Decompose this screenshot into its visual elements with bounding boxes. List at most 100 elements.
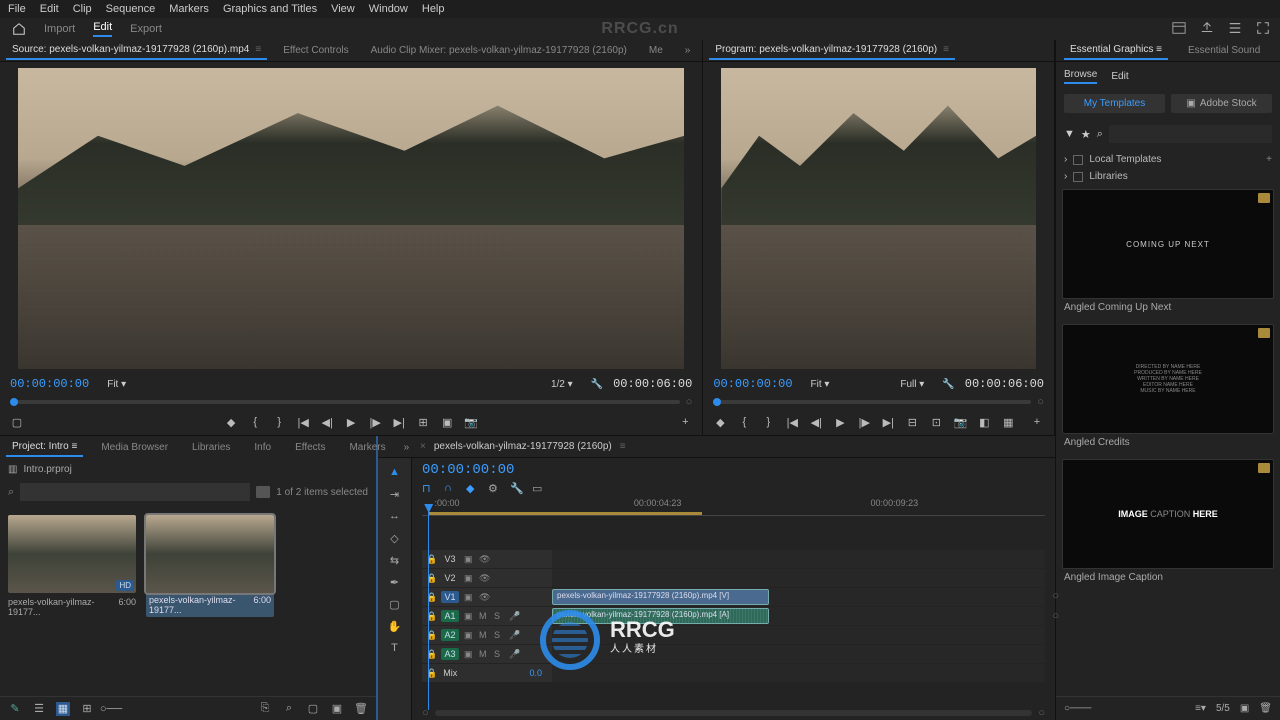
write-icon[interactable]: ✎ — [8, 702, 22, 716]
overwrite-icon[interactable]: ▣ — [440, 415, 454, 429]
icon-view-icon[interactable]: ▦ — [56, 702, 70, 716]
track-header-a1[interactable]: 🔒A1▣MS🎤 — [422, 607, 552, 625]
menu-view[interactable]: View — [331, 3, 355, 15]
timeline-h-scroll[interactable]: ○○ — [412, 706, 1055, 720]
media-browser-tab[interactable]: Media Browser — [95, 439, 174, 456]
search-icon[interactable]: ⌕ — [8, 486, 14, 499]
bracket-in-icon[interactable]: { — [248, 415, 262, 429]
track-header-mix[interactable]: 🔒Mix0.0 — [422, 664, 552, 682]
source-viewport[interactable] — [18, 68, 684, 369]
type-tool-icon[interactable]: T — [387, 640, 403, 656]
timeline-timecode[interactable]: 00:00:00:00 — [422, 462, 1045, 478]
eye-icon[interactable]: 👁 — [479, 554, 489, 565]
sequence-tab[interactable]: pexels-volkan-yilmaz-19177928 (2160p) — [434, 441, 612, 452]
plus-icon[interactable]: + — [1266, 154, 1272, 165]
add-marker-icon[interactable]: ▢ — [10, 415, 24, 429]
template-item[interactable]: IMAGE CAPTION HERE Angled Image Caption — [1062, 459, 1274, 586]
tab-import[interactable]: Import — [44, 23, 75, 35]
wrench-icon[interactable]: 🔧 — [942, 379, 954, 390]
menu-window[interactable]: Window — [369, 3, 408, 15]
selection-tool-icon[interactable]: ▲ — [387, 464, 403, 480]
program-viewport[interactable] — [721, 68, 1036, 369]
extract-icon[interactable]: ⊡ — [929, 415, 943, 429]
quick-export-icon[interactable] — [1228, 21, 1242, 38]
track-expand-icon[interactable]: ○ — [1052, 610, 1059, 622]
track-header-v1[interactable]: 🔒V1▣👁 — [422, 588, 552, 606]
info-tab[interactable]: Info — [248, 439, 277, 456]
source-fit-dropdown[interactable]: Fit ▾ — [107, 379, 126, 390]
lift-icon[interactable]: ⊟ — [905, 415, 919, 429]
program-tab[interactable]: Program: pexels-volkan-yilmaz-19177928 (… — [709, 41, 955, 60]
linked-sel-icon[interactable]: ∩ — [444, 482, 456, 494]
checkbox[interactable] — [1073, 155, 1083, 165]
rectangle-tool-icon[interactable]: ▢ — [387, 596, 403, 612]
template-search-input[interactable] — [1109, 125, 1272, 143]
menu-file[interactable]: File — [8, 3, 26, 15]
effects-tab[interactable]: Effects — [289, 439, 331, 456]
panel-menu-icon[interactable]: ≡ — [943, 44, 949, 55]
step-fwd-icon[interactable]: |▶ — [857, 415, 871, 429]
bracket-in-icon[interactable]: { — [737, 415, 751, 429]
track-lane-v2[interactable] — [552, 569, 1045, 587]
my-templates-pill[interactable]: My Templates — [1064, 94, 1165, 113]
pen-tool-icon[interactable]: ✒ — [387, 574, 403, 590]
list-view-icon[interactable]: ☰ — [32, 702, 46, 716]
track-lane-a2[interactable] — [552, 626, 1045, 644]
goto-out-icon[interactable]: ▶| — [881, 415, 895, 429]
slider-dot[interactable]: ○─── — [1064, 703, 1091, 714]
sort-icon[interactable]: ≡▾ — [1195, 703, 1206, 714]
insert-icon[interactable]: ⊞ — [416, 415, 430, 429]
freeform-view-icon[interactable]: ⊞ — [80, 702, 94, 716]
audio-mixer-tab[interactable]: Audio Clip Mixer: pexels-volkan-yilmaz-1… — [365, 42, 633, 59]
program-timecode-in[interactable]: 00:00:00:00 — [713, 377, 792, 391]
goto-in-icon[interactable]: |◀ — [785, 415, 799, 429]
hand-tool-icon[interactable]: ✋ — [387, 618, 403, 634]
template-item[interactable]: DIRECTED BY NAME HEREPRODUCED BY NAME HE… — [1062, 324, 1274, 451]
export-frame-icon[interactable]: 📷 — [953, 415, 967, 429]
track-lane-v1[interactable]: pexels-volkan-yilmaz-19177928 (2160p).mp… — [552, 588, 1045, 606]
local-templates-folder[interactable]: ›Local Templates+ — [1064, 151, 1272, 168]
libraries-folder[interactable]: ›Libraries — [1064, 168, 1272, 185]
wrench-icon[interactable]: 🔧 — [591, 379, 603, 390]
track-header-a3[interactable]: 🔒A3▣MS🎤 — [422, 645, 552, 663]
new-item-icon[interactable]: ▣ — [330, 702, 344, 716]
toggle-track-icon[interactable]: ▣ — [464, 554, 474, 565]
project-tab[interactable]: Project: Intro ≡ — [6, 438, 83, 457]
bracket-out-icon[interactable]: } — [761, 415, 775, 429]
workspace-icon[interactable] — [1172, 21, 1186, 38]
goto-in-icon[interactable]: |◀ — [296, 415, 310, 429]
tab-export[interactable]: Export — [130, 23, 162, 35]
step-back-icon[interactable]: ◀| — [809, 415, 823, 429]
step-back-icon[interactable]: ◀| — [320, 415, 334, 429]
template-item[interactable]: COMING UP NEXT Angled Coming Up Next — [1062, 189, 1274, 316]
mark-in-icon[interactable]: ◆ — [224, 415, 238, 429]
effect-controls-tab[interactable]: Effect Controls — [277, 42, 354, 59]
program-quality-dropdown[interactable]: Full ▾ — [900, 379, 924, 390]
adobe-stock-pill[interactable]: ▣Adobe Stock — [1171, 94, 1272, 113]
trash-icon[interactable]: 🗑 — [354, 702, 368, 716]
goto-out-icon[interactable]: ▶| — [392, 415, 406, 429]
mic-icon[interactable]: 🎤 — [509, 611, 519, 622]
slip-tool-icon[interactable]: ⇆ — [387, 552, 403, 568]
project-item[interactable]: pexels-volkan-yilmaz-19177...6:00 — [146, 515, 274, 617]
browse-subtab[interactable]: Browse — [1064, 69, 1097, 84]
compare-icon[interactable]: ◧ — [977, 415, 991, 429]
bracket-out-icon[interactable]: } — [272, 415, 286, 429]
source-zoom-ratio[interactable]: 1/2 ▾ — [551, 379, 573, 390]
program-fit-dropdown[interactable]: Fit ▾ — [811, 379, 830, 390]
settings-icon[interactable]: ⚙ — [488, 482, 500, 494]
libraries-tab[interactable]: Libraries — [186, 439, 236, 456]
trash-icon[interactable]: 🗑 — [1259, 703, 1272, 714]
search-icon[interactable]: ⌕ — [1097, 128, 1103, 141]
track-header-a2[interactable]: 🔒A2▣MS🎤 — [422, 626, 552, 644]
new-bin-icon[interactable] — [256, 486, 270, 498]
play-icon[interactable]: ▶ — [833, 415, 847, 429]
cc-icon[interactable]: ▭ — [532, 482, 544, 494]
track-lane-mix[interactable] — [552, 664, 1045, 682]
track-lane-a3[interactable] — [552, 645, 1045, 663]
chevron-right-icon[interactable]: › — [1064, 154, 1067, 165]
video-clip[interactable]: pexels-volkan-yilmaz-19177928 (2160p).mp… — [552, 589, 769, 605]
home-icon[interactable] — [12, 22, 26, 36]
audio-clip[interactable]: pexels-volkan-yilmaz-19177928 (2160p).mp… — [552, 608, 769, 624]
tab-edit[interactable]: Edit — [93, 21, 112, 37]
